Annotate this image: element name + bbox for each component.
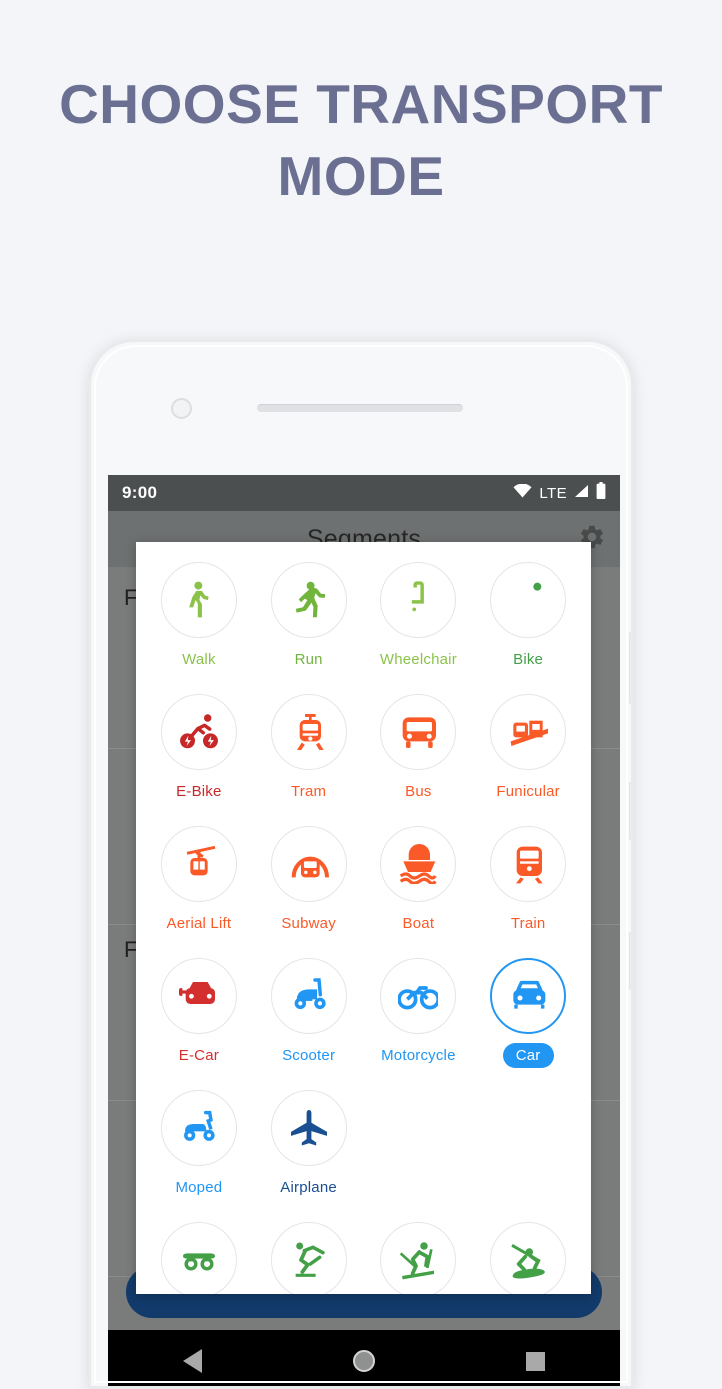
- transport-mode-skateboard[interactable]: [144, 1216, 254, 1294]
- aerial-lift-icon[interactable]: [160, 826, 237, 902]
- transport-mode-dialog: Walk Run Wheelchair Bike E-Bike Tram Bus Funicu…: [136, 542, 591, 1294]
- transport-mode-walk[interactable]: Walk: [144, 556, 254, 688]
- transport-mode-snowboard[interactable]: [473, 1216, 583, 1294]
- transport-mode-label: Bus: [405, 783, 432, 800]
- transport-mode-aerial-lift[interactable]: Aerial Lift: [144, 820, 254, 952]
- transport-mode-bus[interactable]: Bus: [364, 688, 474, 820]
- transport-mode-car[interactable]: Car: [473, 952, 583, 1084]
- transport-mode-grid: Walk Run Wheelchair Bike E-Bike Tram Bus Funicu…: [136, 542, 591, 1294]
- transport-mode-label: Subway: [281, 915, 336, 932]
- transport-mode-boat[interactable]: Boat: [364, 820, 474, 952]
- page-title: CHOOSE TRANSPORT MODE: [59, 73, 663, 207]
- ecar-icon[interactable]: [160, 958, 237, 1034]
- run-icon[interactable]: [270, 562, 347, 638]
- bike-icon[interactable]: [490, 562, 567, 638]
- transport-mode-label: Funicular: [496, 783, 560, 800]
- phone-mockup: 9:00 LTE Segments F F Walk Run Wheelchai…: [88, 339, 634, 1389]
- transport-mode-funicular[interactable]: Funicular: [473, 688, 583, 820]
- transport-mode-label: Motorcycle: [381, 1047, 456, 1064]
- transport-mode-label: E-Car: [178, 1047, 219, 1064]
- ebike-icon[interactable]: [160, 694, 237, 770]
- earpiece-speaker: [257, 404, 463, 412]
- transport-mode-label: Train: [510, 915, 546, 932]
- funicular-icon[interactable]: [490, 694, 567, 770]
- transport-mode-label: Aerial Lift: [166, 915, 232, 932]
- transport-mode-empty: [364, 1084, 474, 1216]
- transport-mode-empty: [473, 1084, 583, 1216]
- wifi-icon: [513, 483, 532, 503]
- power-button[interactable]: [629, 632, 631, 704]
- transport-mode-label: Walk: [182, 651, 216, 668]
- transport-mode-scooter[interactable]: Scooter: [254, 952, 364, 1084]
- ice-skate-icon[interactable]: [270, 1222, 347, 1294]
- airplane-icon[interactable]: [270, 1090, 347, 1166]
- front-camera-icon: [171, 398, 192, 419]
- motorcycle-icon[interactable]: [380, 958, 457, 1034]
- transport-mode-label: Bike: [513, 651, 544, 668]
- transport-mode-motorcycle[interactable]: Motorcycle: [364, 952, 474, 1084]
- subway-icon[interactable]: [270, 826, 347, 902]
- ski-icon[interactable]: [380, 1222, 457, 1294]
- transport-mode-label: Car: [502, 1043, 554, 1068]
- status-bar: 9:00 LTE: [108, 475, 620, 511]
- transport-mode-label: E-Bike: [176, 783, 222, 800]
- transport-mode-train[interactable]: Train: [473, 820, 583, 952]
- transport-mode-ice-skate[interactable]: [254, 1216, 364, 1294]
- wheelchair-icon[interactable]: [380, 562, 457, 638]
- transport-mode-subway[interactable]: Subway: [254, 820, 364, 952]
- tram-icon[interactable]: [270, 694, 347, 770]
- transport-mode-e-bike[interactable]: E-Bike: [144, 688, 254, 820]
- transport-mode-tram[interactable]: Tram: [254, 688, 364, 820]
- transport-mode-label: Scooter: [282, 1047, 336, 1064]
- phone-screen: 9:00 LTE Segments F F Walk Run Wheelchai…: [108, 475, 620, 1386]
- transport-mode-moped[interactable]: Moped: [144, 1084, 254, 1216]
- status-icons: LTE: [513, 482, 606, 504]
- snowboard-icon[interactable]: [490, 1222, 567, 1294]
- signal-icon: [574, 484, 589, 503]
- transport-mode-label: Wheelchair: [379, 651, 457, 668]
- moped-icon[interactable]: [160, 1090, 237, 1166]
- transport-mode-label: Tram: [291, 783, 327, 800]
- status-network-label: LTE: [539, 484, 567, 502]
- android-nav-bar: [108, 1330, 620, 1386]
- transport-mode-e-car[interactable]: E-Car: [144, 952, 254, 1084]
- recents-icon[interactable]: [525, 1351, 545, 1371]
- transport-mode-airplane[interactable]: Airplane: [254, 1084, 364, 1216]
- walk-icon[interactable]: [160, 562, 237, 638]
- transport-mode-run[interactable]: Run: [254, 556, 364, 688]
- home-icon[interactable]: [352, 1350, 375, 1372]
- volume-up-button[interactable]: [629, 782, 631, 840]
- transport-mode-label: Run: [294, 651, 323, 668]
- volume-down-button[interactable]: [629, 932, 631, 990]
- transport-mode-label: Boat: [402, 915, 435, 932]
- status-time: 9:00: [122, 483, 158, 502]
- train-icon[interactable]: [490, 826, 567, 902]
- transport-mode-wheelchair[interactable]: Wheelchair: [364, 556, 474, 688]
- scooter-icon[interactable]: [270, 958, 347, 1034]
- bus-icon[interactable]: [380, 694, 457, 770]
- transport-mode-label: Moped: [175, 1179, 223, 1196]
- skateboard-icon[interactable]: [160, 1222, 237, 1294]
- back-icon[interactable]: [183, 1349, 203, 1373]
- transport-mode-bike[interactable]: Bike: [473, 556, 583, 688]
- boat-icon[interactable]: [380, 826, 457, 902]
- battery-icon: [596, 482, 606, 504]
- transport-mode-ski[interactable]: [364, 1216, 474, 1294]
- transport-mode-label: Airplane: [280, 1179, 337, 1196]
- car-icon[interactable]: [490, 958, 567, 1034]
